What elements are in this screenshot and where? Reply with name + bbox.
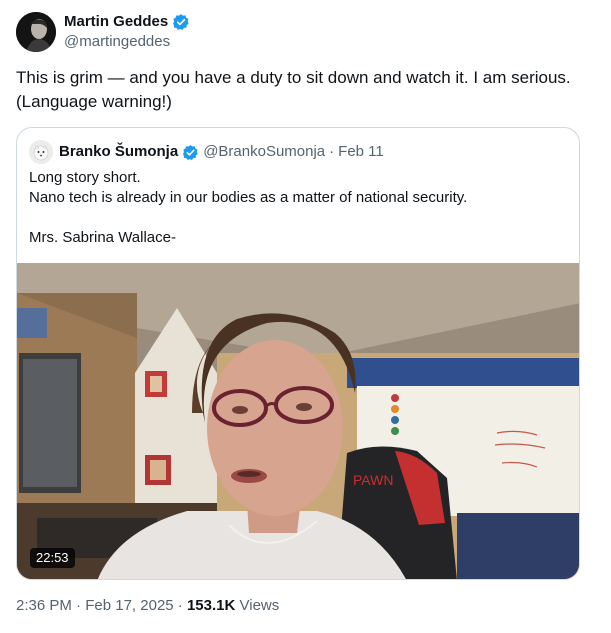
verified-badge-icon [172, 13, 190, 31]
tweet-text: This is grim — and you have a duty to si… [16, 68, 571, 111]
verified-badge-icon [182, 144, 199, 161]
tweet-date[interactable]: Feb 17, 2025 [85, 597, 173, 614]
quoted-author-handle[interactable]: @BrankoSumonja [203, 142, 325, 162]
quoted-text-line: Mrs. Sabrina Wallace- [29, 229, 176, 246]
views-label: Views [239, 597, 280, 614]
chair-brand-text: PAWN [353, 472, 393, 488]
separator-dot: · [76, 597, 82, 614]
quoted-tweet-header: Branko Šumonja @BrankoSumonja · Feb 11 [29, 140, 384, 164]
video-thumbnail: PAWN [17, 263, 579, 579]
views-count: 153.1K [186, 597, 236, 614]
author-handle[interactable]: @martingeddes [64, 32, 190, 52]
quoted-author-name[interactable]: Branko Šumonja [59, 142, 178, 162]
quoted-text-line: Nano tech is already in our bodies as a … [29, 189, 468, 206]
tweet-meta: 2:36 PM · Feb 17, 2025 · 153.1K Views [16, 596, 279, 616]
quoted-tweet[interactable]: Branko Šumonja @BrankoSumonja · Feb 11 L… [16, 127, 580, 580]
quoted-tweet-date[interactable]: Feb 11 [338, 142, 384, 162]
quoted-text-line [29, 208, 569, 228]
author-avatar[interactable] [16, 12, 56, 52]
tweet-author: Martin Geddes @martingeddes [16, 12, 190, 52]
tweet-time[interactable]: 2:36 PM [16, 597, 72, 614]
separator-dot: · [329, 143, 335, 160]
video-duration-badge: 22:53 [30, 548, 75, 568]
author-name[interactable]: Martin Geddes [64, 12, 168, 32]
separator-dot: · [177, 597, 183, 614]
video-player[interactable]: PAWN 22:53 [17, 263, 579, 579]
quoted-text-line: Long story short. [29, 169, 141, 186]
quoted-author-avatar[interactable] [29, 140, 53, 164]
quoted-tweet-text: Long story short. Nano tech is already i… [29, 168, 569, 248]
